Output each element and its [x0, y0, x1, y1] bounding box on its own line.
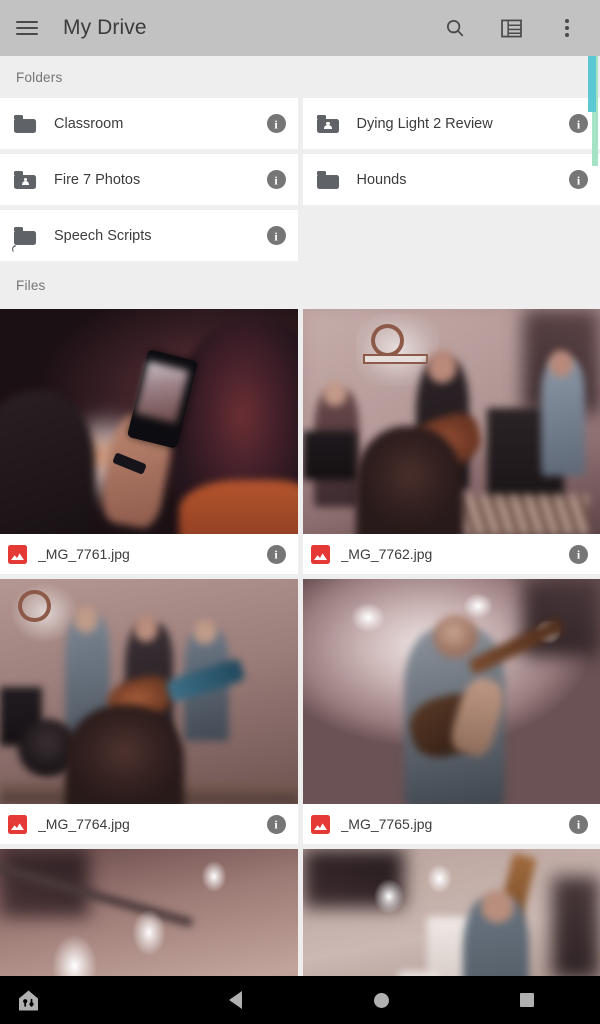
info-glyph: i: [274, 547, 278, 562]
folder-item[interactable]: Fire 7 Photos i: [0, 154, 298, 205]
folder-name: Dying Light 2 Review: [356, 115, 493, 132]
shortcut-folder-icon: [11, 226, 36, 252]
image-file-icon: [8, 544, 27, 564]
file-thumbnail[interactable]: [302, 579, 600, 804]
file-thumbnail[interactable]: [0, 849, 298, 976]
image-file-icon: [310, 814, 330, 834]
files-grid: _MG_7761.jpg i _MG_7762.jpg i _MG_7764.j…: [0, 309, 600, 976]
files-section-header: Files: [0, 261, 600, 309]
shared-folder-icon: [316, 114, 339, 133]
folder-info-button[interactable]: i: [266, 114, 286, 133]
toolbar-actions: [440, 13, 582, 43]
shortcut-arrow-icon: [11, 241, 22, 252]
folder-name: Hounds: [356, 171, 407, 188]
file-caption: _MG_7765.jpg i: [302, 804, 600, 844]
overflow-dots: [565, 19, 569, 37]
back-glyph: [228, 991, 242, 1009]
file-item[interactable]: _MG_7762.jpg i: [302, 309, 600, 574]
page-title: My Drive: [63, 16, 147, 39]
folder-grid-filler: [303, 210, 600, 261]
info-glyph: i: [576, 817, 581, 832]
home-glyph: [373, 992, 389, 1008]
file-caption: _MG_7764.jpg i: [0, 804, 298, 844]
folder-info-button[interactable]: i: [569, 114, 588, 133]
folder-icon: [316, 170, 339, 189]
file-info-button[interactable]: i: [569, 544, 588, 564]
file-thumbnail[interactable]: [302, 309, 600, 534]
shared-folder-icon: [14, 170, 36, 189]
file-info-button[interactable]: i: [266, 544, 286, 564]
list-view-icon[interactable]: [496, 13, 526, 43]
house-accessibility-icon[interactable]: [0, 988, 162, 1013]
image-file-icon: [310, 544, 330, 564]
folder-name: Speech Scripts: [54, 227, 152, 244]
info-glyph: i: [576, 173, 581, 187]
file-caption: _MG_7761.jpg i: [0, 534, 298, 574]
info-glyph: i: [576, 117, 581, 131]
hamburger-menu-icon[interactable]: [12, 13, 42, 43]
folder-item[interactable]: Dying Light 2 Review i: [302, 98, 600, 149]
folder-name: Fire 7 Photos: [54, 171, 141, 188]
folder-item[interactable]: Speech Scripts i: [0, 210, 298, 261]
file-info-button[interactable]: i: [266, 814, 286, 834]
recents-glyph: [520, 993, 534, 1007]
info-glyph: i: [274, 229, 278, 243]
file-name: _MG_7764.jpg: [38, 816, 130, 832]
recents-square-icon[interactable]: [454, 993, 600, 1007]
folders-section-header: Folders: [0, 56, 600, 98]
folder-item[interactable]: Classroom i: [0, 98, 298, 149]
file-item[interactable]: [0, 849, 298, 976]
file-caption: _MG_7762.jpg i: [302, 534, 600, 574]
file-thumbnail[interactable]: [302, 849, 600, 976]
folder-info-button[interactable]: i: [266, 170, 286, 189]
home-circle-icon[interactable]: [308, 992, 454, 1008]
android-navigation-bar: [0, 976, 600, 1024]
image-file-icon: [8, 814, 27, 834]
folder-info-button[interactable]: i: [266, 226, 286, 245]
file-info-button[interactable]: i: [569, 814, 588, 834]
file-item[interactable]: _MG_7764.jpg i: [0, 579, 298, 844]
folder-info-button[interactable]: i: [569, 170, 588, 189]
top-app-bar: My Drive: [0, 0, 600, 56]
file-name: _MG_7761.jpg: [38, 546, 130, 562]
info-glyph: i: [274, 173, 278, 187]
folders-grid: Classroom i Dying Light 2 Review i Fire …: [0, 98, 600, 261]
file-item[interactable]: [302, 849, 600, 976]
info-glyph: i: [576, 547, 581, 562]
scrollbar-thumb[interactable]: [588, 56, 596, 112]
folder-icon: [14, 114, 36, 133]
file-thumbnail[interactable]: [0, 309, 298, 534]
scrollbar-track[interactable]: [588, 56, 598, 166]
search-icon[interactable]: [440, 13, 470, 43]
back-triangle-icon[interactable]: [162, 991, 308, 1009]
file-item[interactable]: _MG_7761.jpg i: [0, 309, 298, 574]
info-glyph: i: [274, 817, 278, 832]
info-glyph: i: [274, 117, 278, 131]
folder-item[interactable]: Hounds i: [302, 154, 600, 205]
content-scroll-area[interactable]: Folders Classroom i Dying Light 2 Review…: [0, 56, 600, 976]
file-name: _MG_7765.jpg: [340, 816, 433, 832]
file-name: _MG_7762.jpg: [340, 546, 433, 562]
hamburger-bars: [16, 17, 38, 39]
more-vertical-icon[interactable]: [552, 13, 582, 43]
folder-name: Classroom: [54, 115, 124, 132]
file-item[interactable]: _MG_7765.jpg i: [302, 579, 600, 844]
file-thumbnail[interactable]: [0, 579, 298, 804]
